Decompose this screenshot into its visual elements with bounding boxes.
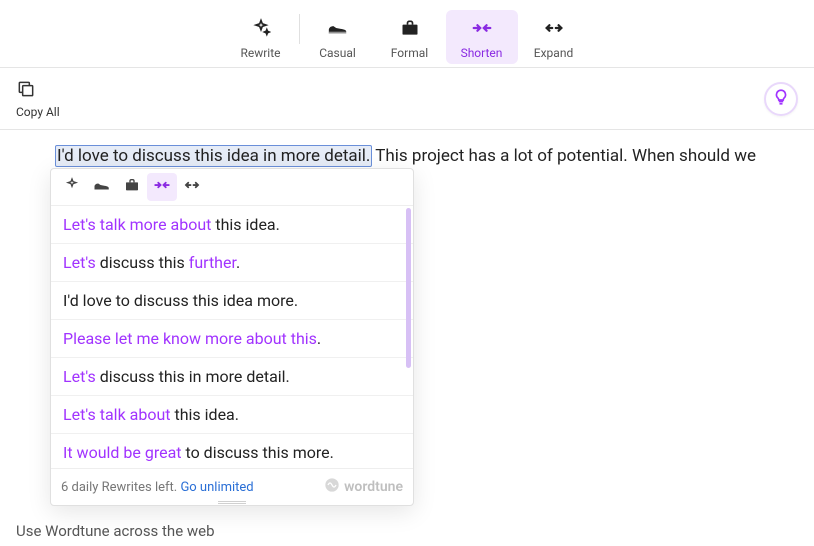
sparkle-icon: [251, 16, 271, 40]
shorten-icon: [471, 16, 493, 40]
formal-label: Formal: [391, 46, 428, 60]
divider: [299, 14, 300, 44]
idea-button[interactable]: [764, 82, 798, 116]
secondary-bar: Copy All: [0, 68, 814, 130]
rewrites-left: 6 daily Rewrites left. Go unlimited: [61, 480, 254, 495]
copy-icon: [16, 79, 36, 101]
shorten-button[interactable]: Shorten: [446, 10, 518, 64]
resize-grip[interactable]: [218, 501, 246, 504]
suggestion-highlight: It would be great: [63, 443, 182, 462]
suggestion-text: to discuss this more.: [182, 443, 334, 462]
copy-all-label: Copy All: [16, 105, 60, 119]
suggestion-text: this idea.: [171, 405, 239, 424]
casual-button[interactable]: Casual: [302, 10, 374, 64]
popup-casual-button[interactable]: [87, 173, 117, 201]
suggestion-text: .: [317, 329, 321, 348]
brand-icon: [324, 477, 340, 497]
expand-label: Expand: [534, 46, 573, 60]
suggestion-item[interactable]: Let's discuss this further.: [51, 244, 413, 282]
casual-label: Casual: [319, 46, 356, 60]
suggestion-item[interactable]: Let's talk about this idea.: [51, 396, 413, 434]
suggestion-item[interactable]: Please let me know more about this.: [51, 320, 413, 358]
main-toolbar: Rewrite Casual Formal Shorten Expand: [0, 0, 814, 68]
suggestion-item[interactable]: I'd love to discuss this idea more.: [51, 282, 413, 320]
briefcase-icon: [400, 16, 420, 40]
sneaker-icon: [327, 16, 349, 40]
suggestion-text: this idea.: [211, 215, 279, 234]
rewrite-button[interactable]: Rewrite: [225, 10, 297, 64]
popup-footer: 6 daily Rewrites left. Go unlimited word…: [51, 468, 413, 505]
tool-group: Rewrite Casual Formal Shorten Expand: [225, 10, 590, 64]
popup-rewrite-button[interactable]: [57, 173, 87, 201]
go-unlimited-link[interactable]: Go unlimited: [180, 480, 253, 495]
copy-all-button[interactable]: Copy All: [16, 79, 60, 119]
expand-button[interactable]: Expand: [518, 10, 590, 64]
bulb-icon: [772, 88, 790, 110]
suggestion-highlight: Let's talk about: [63, 405, 171, 424]
suggestion-highlight: Let's: [63, 253, 96, 272]
suggestion-text: .: [236, 253, 240, 272]
popup-shorten-button[interactable]: [147, 173, 177, 201]
page-hint: Use Wordtune across the web: [16, 522, 215, 540]
brand-text: wordtune: [344, 479, 403, 495]
sparkle-icon: [64, 177, 80, 197]
scrollbar-thumb[interactable]: [406, 208, 411, 368]
suggestion-popup: Let's talk more about this idea.Let's di…: [50, 168, 414, 506]
selected-text[interactable]: I'd love to discuss this idea in more de…: [56, 146, 371, 166]
suggestion-text: I'd love to discuss this idea more.: [63, 291, 298, 310]
suggestion-highlight: Let's: [63, 367, 96, 386]
popup-formal-button[interactable]: [117, 173, 147, 201]
rewrites-left-text: 6 daily Rewrites left.: [61, 480, 180, 495]
rewrite-label: Rewrite: [240, 46, 280, 60]
suggestion-item[interactable]: Let's talk more about this idea.: [51, 206, 413, 244]
popup-expand-button[interactable]: [177, 173, 207, 201]
suggestion-text: discuss this in more detail.: [96, 367, 290, 386]
suggestion-highlight: Let's talk more about: [63, 215, 211, 234]
suggestion-text: discuss this: [96, 253, 189, 272]
formal-button[interactable]: Formal: [374, 10, 446, 64]
shorten-icon: [153, 179, 171, 195]
briefcase-icon: [124, 178, 140, 196]
sneaker-icon: [93, 178, 111, 196]
expand-icon: [183, 179, 201, 195]
expand-icon: [543, 16, 565, 40]
suggestion-highlight: Please let me know more about this: [63, 329, 317, 348]
brand-badge[interactable]: wordtune: [324, 477, 403, 497]
shorten-label: Shorten: [461, 46, 503, 60]
suggestion-list: Let's talk more about this idea.Let's di…: [51, 206, 413, 468]
suggestion-item[interactable]: Let's discuss this in more detail.: [51, 358, 413, 396]
suggestion-item[interactable]: It would be great to discuss this more.: [51, 434, 413, 468]
popup-toolbar: [51, 169, 413, 206]
suggestion-highlight: further: [189, 253, 236, 272]
